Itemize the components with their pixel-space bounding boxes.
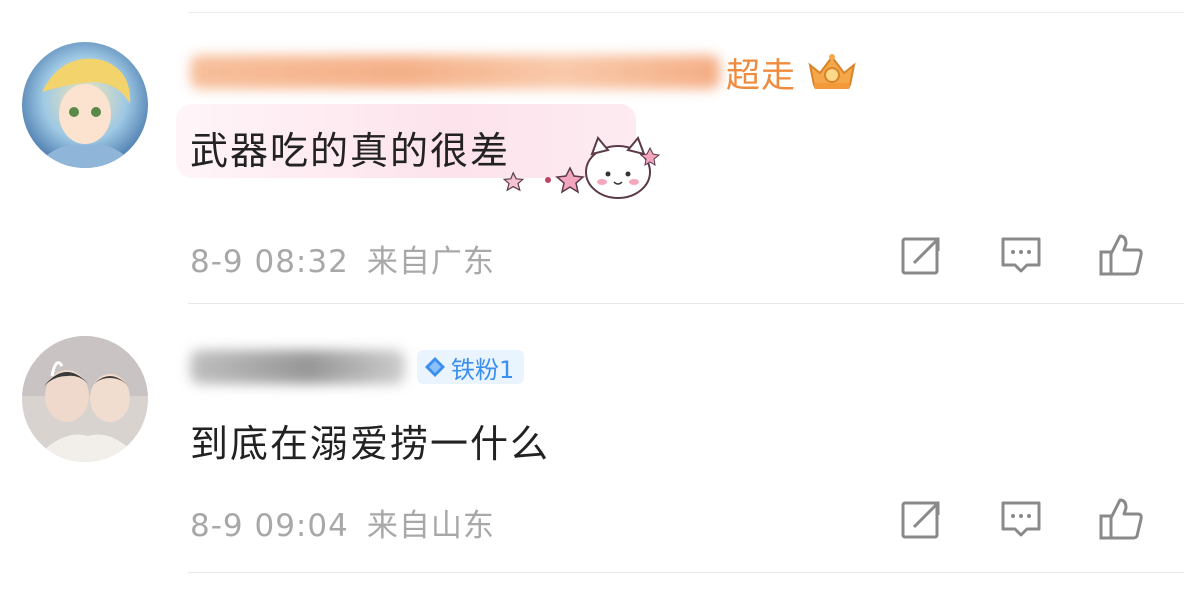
- comment-button[interactable]: [998, 496, 1044, 542]
- comment-location: 来自广东: [366, 244, 495, 280]
- fan-badge-label: 铁粉1: [451, 355, 515, 384]
- comment-icon: [1001, 237, 1041, 273]
- fan-badge[interactable]: 铁粉1: [417, 350, 525, 384]
- share-icon: [901, 501, 940, 539]
- comment-location: 来自山东: [366, 508, 495, 544]
- like-button[interactable]: [1098, 232, 1144, 278]
- share-icon: [901, 237, 940, 275]
- comment-button[interactable]: [998, 232, 1044, 278]
- crown-icon: [808, 54, 856, 89]
- comment-time: 8-9 09:04: [190, 508, 349, 544]
- comment-divider: [188, 303, 1184, 304]
- comment-icon: [1001, 501, 1041, 537]
- avatar[interactable]: [22, 336, 148, 462]
- comment-item: 超走 武器吃的真的很差 8-9 08:32 来自广东: [0, 0, 1184, 305]
- comment-item: 铁粉1 到底在溺爱捞一什么 8-9 09:04 来自山东: [0, 305, 1184, 575]
- comment-text: 武器吃的真的很差: [190, 129, 511, 173]
- share-button[interactable]: [898, 496, 944, 542]
- comment-text: 到底在溺爱捞一什么: [190, 422, 551, 466]
- username-row: 超走: [190, 48, 858, 97]
- comment-divider: [188, 572, 1184, 573]
- username-blurred[interactable]: [190, 350, 405, 384]
- username-blurred[interactable]: [190, 55, 720, 89]
- comment-time: 8-9 08:32: [190, 244, 349, 280]
- comment-meta: 8-9 08:32 来自广东: [190, 236, 495, 281]
- cat-sticker: [502, 136, 661, 199]
- username-row: 铁粉1: [190, 345, 525, 389]
- like-icon: [1099, 498, 1143, 540]
- comment-meta: 8-9 09:04 来自山东: [190, 500, 495, 545]
- avatar[interactable]: [22, 42, 148, 168]
- share-button[interactable]: [898, 232, 944, 278]
- action-bar: [898, 232, 1144, 278]
- username-text[interactable]: 超走: [726, 48, 796, 97]
- action-bar: [898, 496, 1144, 542]
- like-icon: [1099, 234, 1143, 276]
- like-button[interactable]: [1098, 496, 1144, 542]
- diamond-icon: [425, 357, 445, 377]
